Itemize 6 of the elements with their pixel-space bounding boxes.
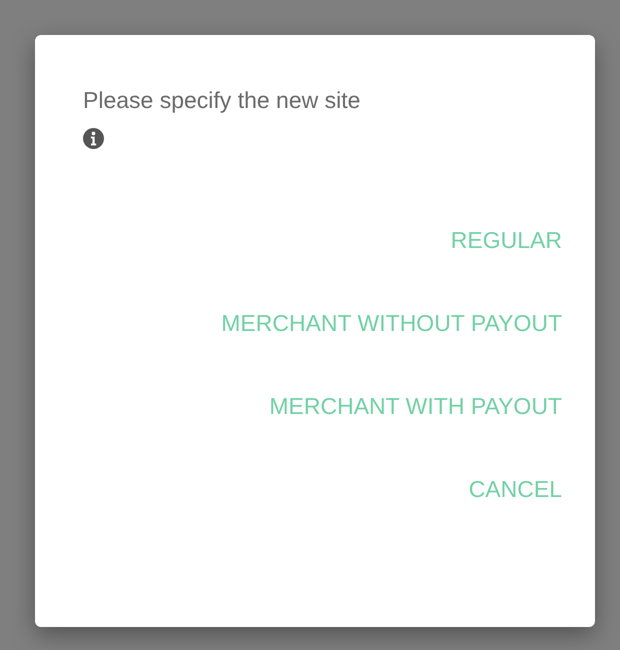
dialog-message: Please specify the new site — [83, 87, 362, 114]
dialog-button[interactable]: MERCHANT WITHOUT PAYOUT — [221, 304, 562, 343]
info-icon[interactable] — [83, 128, 104, 149]
dialog-button[interactable]: REGULAR — [450, 221, 562, 260]
dialog-button[interactable]: MERCHANT WITH PAYOUT — [269, 387, 562, 426]
dialog-button[interactable]: CANCEL — [468, 470, 562, 509]
